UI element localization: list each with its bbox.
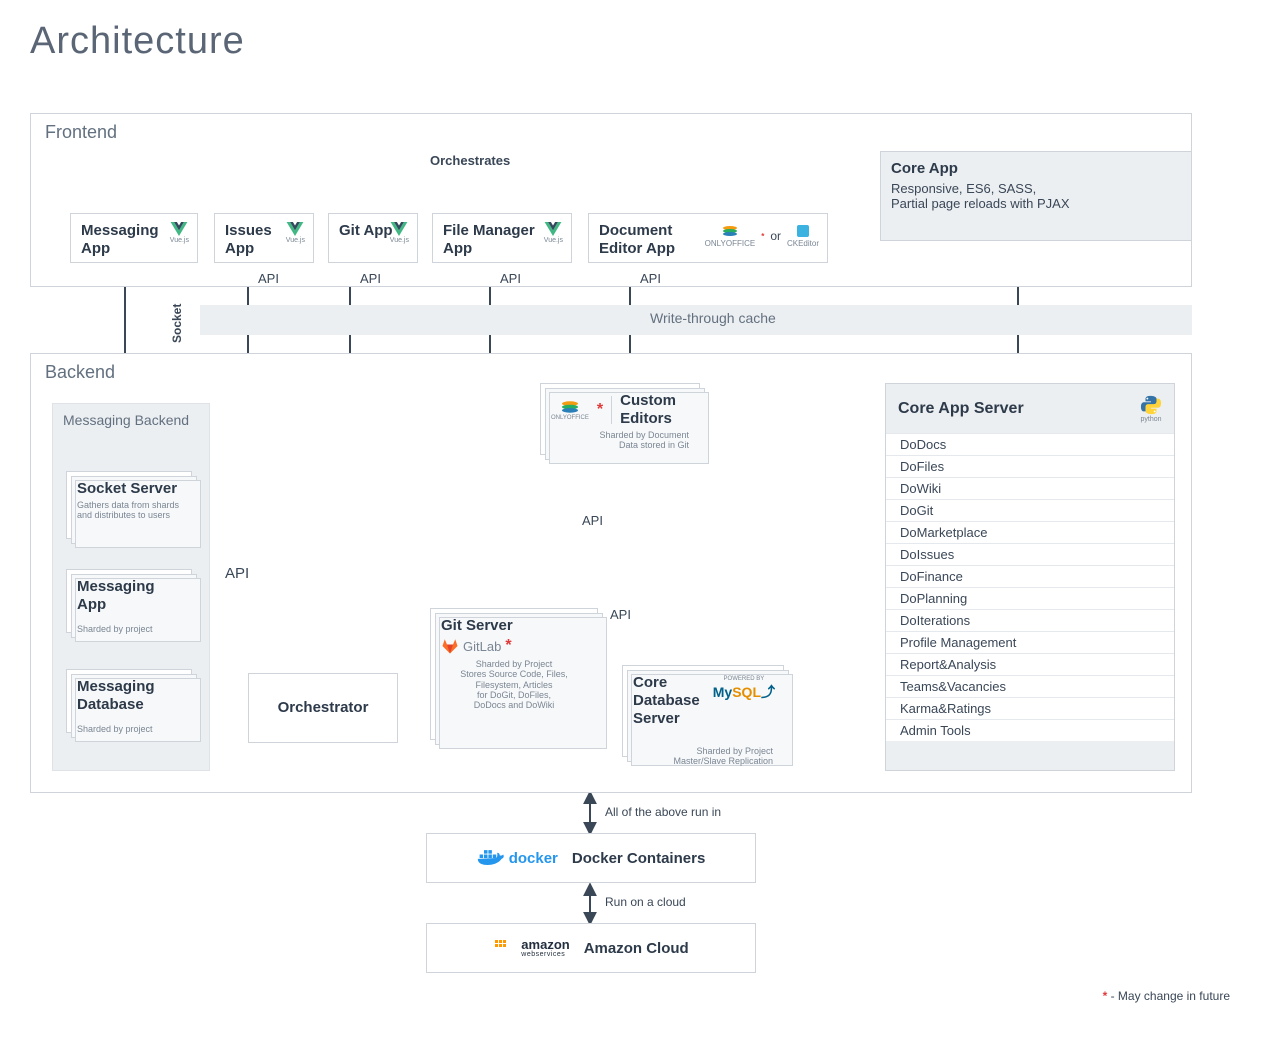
frontend-title: Frontend (45, 122, 117, 143)
core-server-item: Karma&Ratings (886, 697, 1174, 719)
onlyoffice-icon: ONLYOFFICE (705, 224, 756, 248)
asterisk-icon: * (505, 637, 511, 655)
core-server-item: DoWiki (886, 477, 1174, 499)
docker-box: docker Docker Containers (426, 833, 756, 883)
vue-icon: Vue.js (286, 222, 305, 244)
frontend-filemanager-app: File Manager App Vue.js (432, 213, 572, 263)
core-server-item: Teams&Vacancies (886, 675, 1174, 697)
api-label: API (610, 607, 631, 622)
frontend-messaging-app: Messaging App Vue.js (70, 213, 198, 263)
core-server-item: DoIterations (886, 609, 1174, 631)
socket-server: Socket Server Gathers data from shards a… (66, 471, 192, 539)
core-app-server: Core App Server python DoDocsDoFilesDoWi… (885, 383, 1175, 771)
asterisk-icon: * (1103, 989, 1108, 1003)
asterisk-icon: * (597, 401, 603, 419)
core-database-server: Core Database Server POWERED BY MySQL⤴ S… (622, 665, 784, 757)
footer-above-label: All of the above run in (605, 805, 721, 819)
core-app: Core App Responsive, ES6, SASS, Partial … (880, 151, 1192, 241)
core-server-item: DoGit (886, 499, 1174, 521)
gitlab-icon (441, 637, 459, 655)
api-label: API (258, 271, 279, 286)
mysql-icon: MySQL⤴ (713, 682, 775, 702)
core-server-item: DoIssues (886, 543, 1174, 565)
frontend-git-app: Git App Vue.js (328, 213, 418, 263)
core-server-item: DoFiles (886, 455, 1174, 477)
core-server-item: DoDocs (886, 434, 1174, 455)
core-server-item: DoFinance (886, 565, 1174, 587)
python-icon: python (1140, 394, 1162, 423)
onlyoffice-icon: ONLYOFFICE (551, 399, 589, 421)
cache-band: Write-through cache (200, 305, 1192, 335)
footer-cloud-label: Run on a cloud (605, 895, 686, 909)
core-server-item: DoMarketplace (886, 521, 1174, 543)
socket-label: Socket (170, 304, 184, 343)
ckeditor-icon: CKEditor (787, 224, 819, 248)
git-server: Git Server GitLab * Sharded by Project S… (430, 608, 598, 740)
core-server-item: Profile Management (886, 631, 1174, 653)
messaging-backend-title: Messaging Backend (53, 404, 209, 436)
custom-editors: ONLYOFFICE * Custom Editors Sharded by D… (540, 383, 700, 455)
vue-icon: Vue.js (544, 222, 563, 244)
core-server-item: Report&Analysis (886, 653, 1174, 675)
aws-box: amazon webservices Amazon Cloud (426, 923, 756, 973)
api-label: API (360, 271, 381, 286)
api-label: API (225, 565, 249, 582)
vue-icon: Vue.js (390, 222, 409, 244)
orchestrator: Orchestrator (248, 673, 398, 743)
frontend-doceditor-app: Document Editor App ONLYOFFICE * or CKEd… (588, 213, 828, 263)
core-server-item: DoPlanning (886, 587, 1174, 609)
messaging-app-backend: Messaging App Sharded by project (66, 569, 192, 633)
aws-icon: amazon webservices (493, 938, 569, 958)
frontend-issues-app: Issues App Vue.js (214, 213, 314, 263)
core-server-item: Admin Tools (886, 719, 1174, 741)
legend: * - May change in future (1103, 989, 1230, 1003)
architecture-diagram: Frontend Orchestrates Messaging App Vue.… (30, 113, 1250, 1043)
core-app-title: Core App (891, 160, 1181, 178)
vue-icon: Vue.js (170, 222, 189, 244)
api-label: API (640, 271, 661, 286)
core-app-desc: Responsive, ES6, SASS, Partial page relo… (891, 182, 1181, 212)
page-title: Architecture (30, 20, 1250, 63)
backend-title: Backend (45, 362, 115, 383)
docker-icon: docker (477, 847, 558, 869)
asterisk-icon: * (761, 232, 764, 241)
messaging-database: Messaging Database Sharded by project (66, 669, 192, 733)
api-label: API (500, 271, 521, 286)
api-label: API (582, 513, 603, 528)
orchestrates-label: Orchestrates (430, 153, 510, 168)
frontend-doc-name: Document Editor App (599, 222, 709, 258)
